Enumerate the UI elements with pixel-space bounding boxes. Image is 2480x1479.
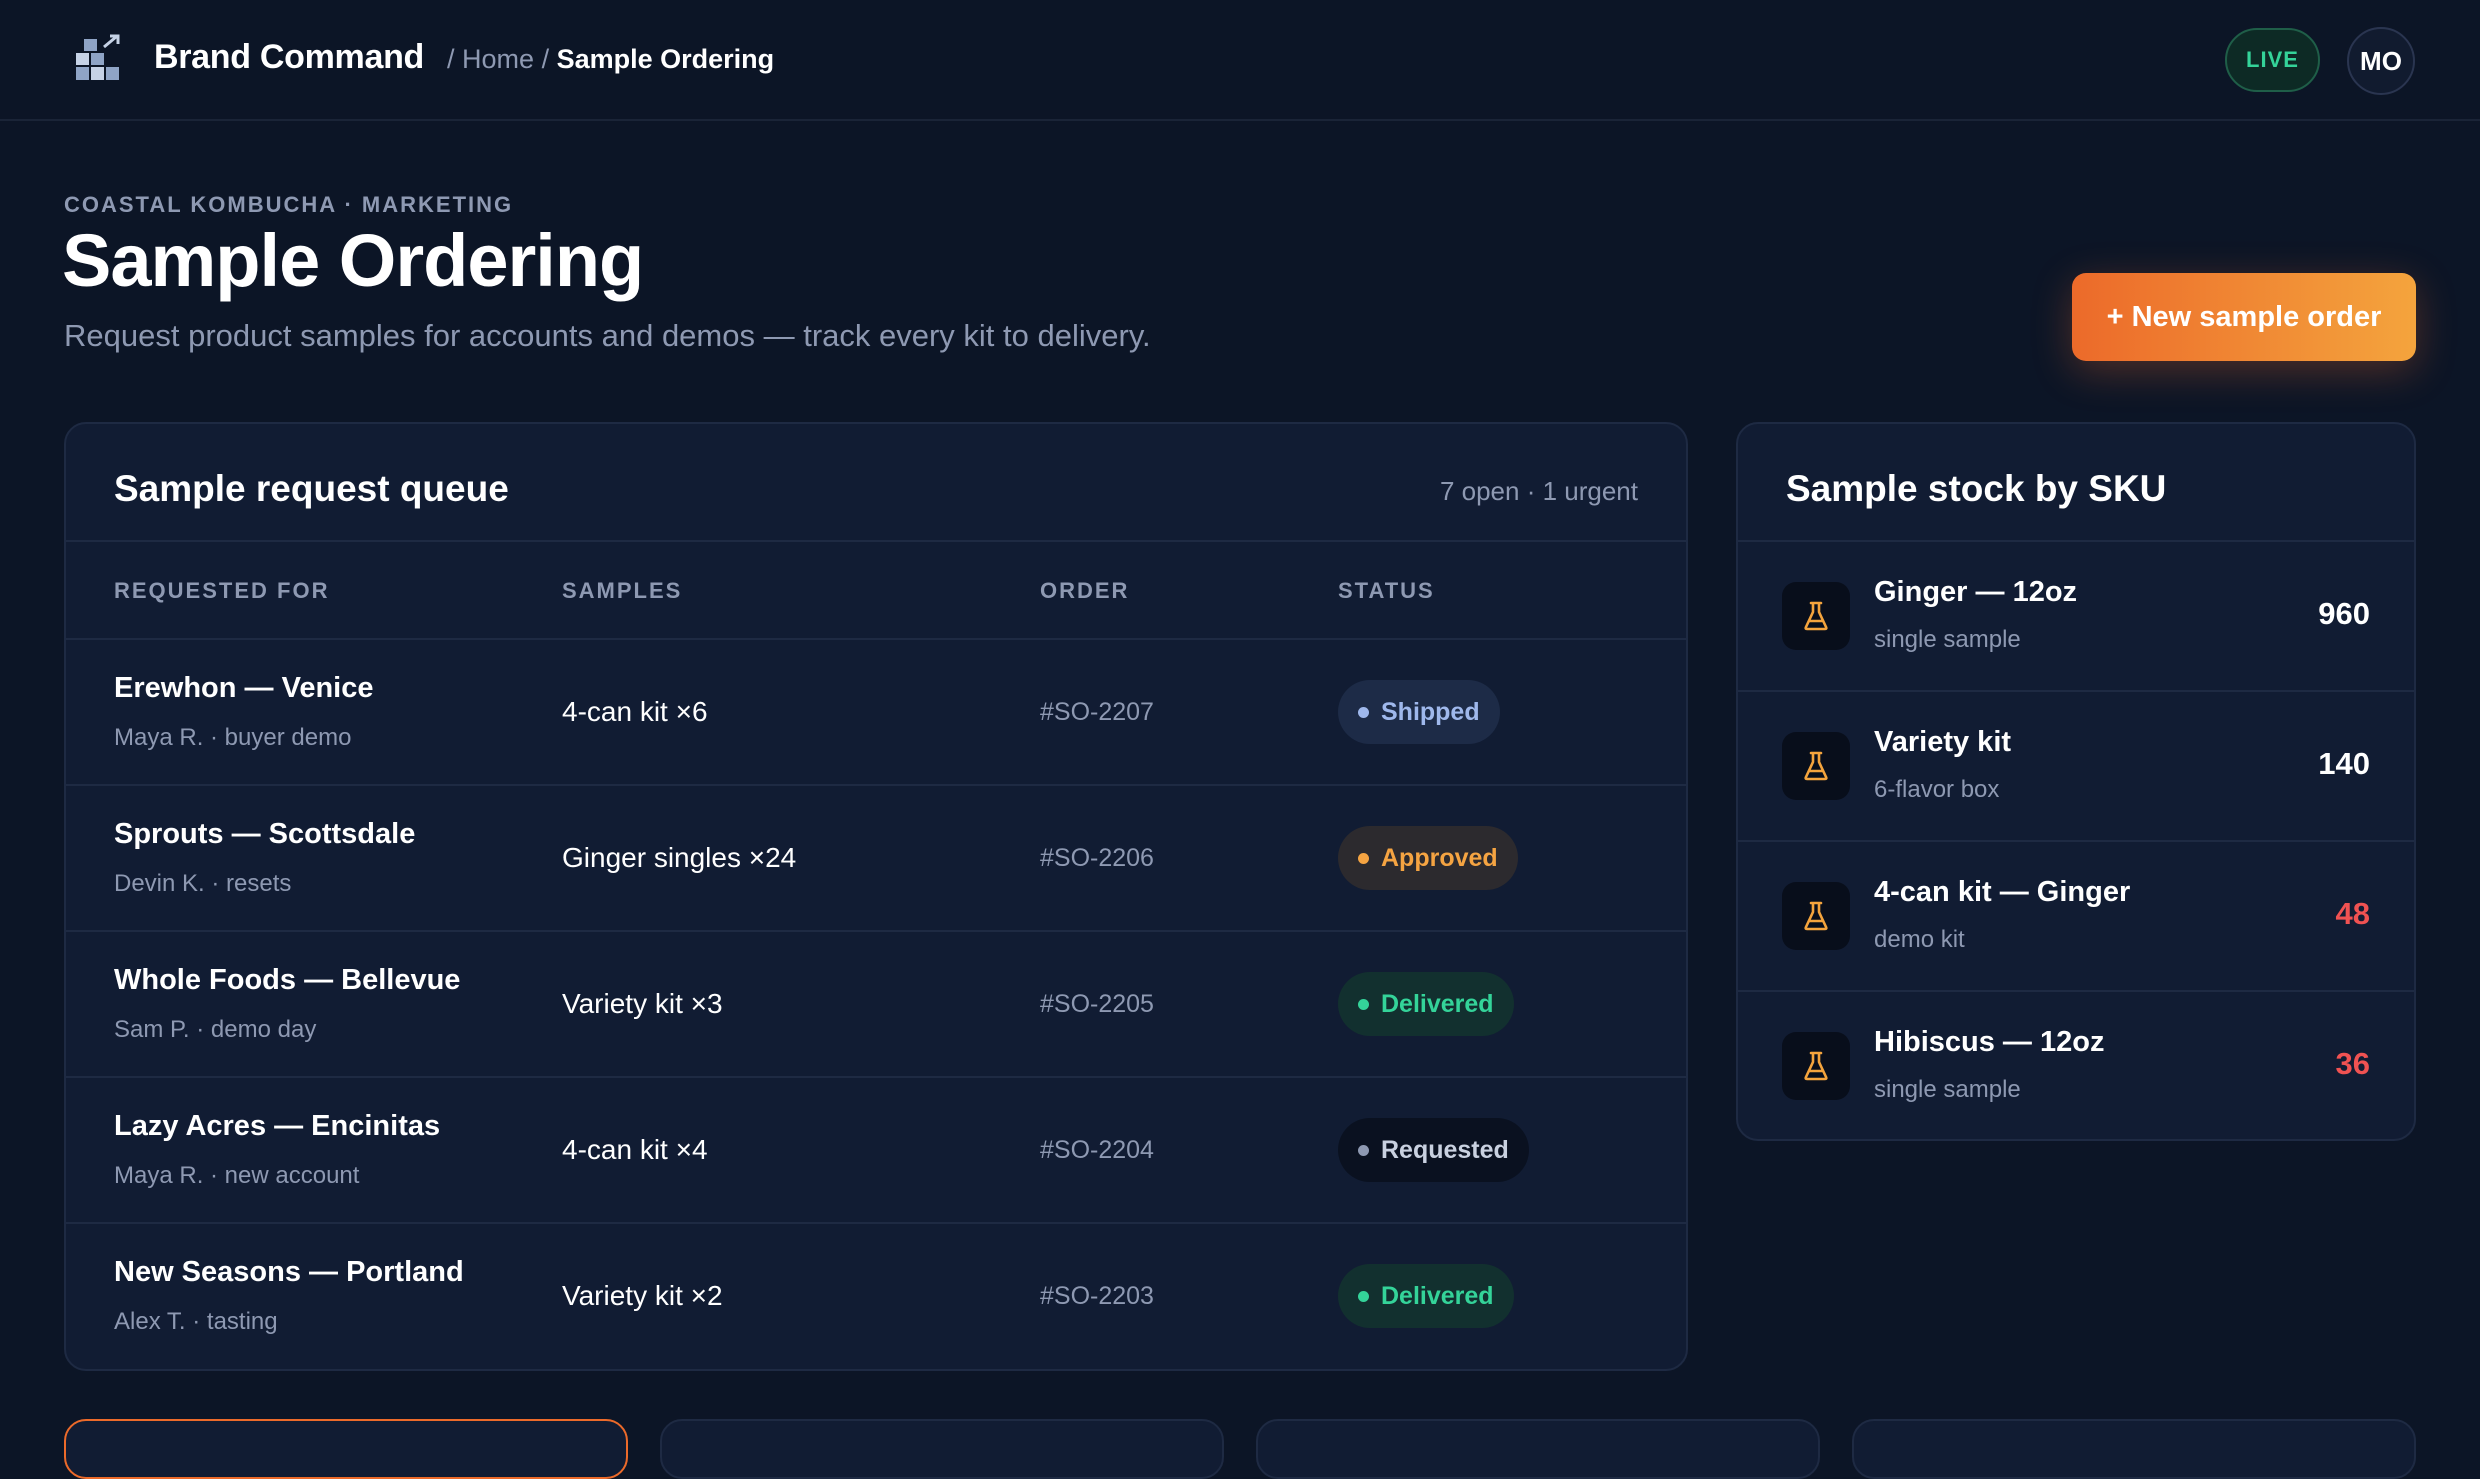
status-dot-icon — [1358, 998, 1369, 1010]
sku-detail: single sample — [1874, 1076, 2021, 1103]
new-sample-order-button[interactable]: + New sample order — [2072, 273, 2416, 361]
sku-detail: 6-flavor box — [1874, 776, 2000, 803]
sku-detail: demo kit — [1874, 926, 1965, 953]
sku-name: 4-can kit — Ginger — [1874, 876, 2131, 908]
sku-quantity: 960 — [2318, 596, 2370, 631]
sample-stock-panel: Sample stock by SKU Ginger — 12oz single… — [1736, 422, 2416, 1141]
status-dot-icon — [1358, 1144, 1369, 1156]
table-row[interactable]: Lazy Acres — Encinitas Maya R. · new acc… — [66, 1078, 1686, 1224]
flask-icon — [1782, 732, 1850, 800]
flask-icon — [1782, 582, 1850, 650]
sku-name: Hibiscus — 12oz — [1874, 1026, 2105, 1058]
column-header-samples: SAMPLES — [562, 578, 683, 603]
queue-panel-header: Sample request queue 7 open · 1 urgent — [66, 424, 1686, 542]
table-row[interactable]: New Seasons — Portland Alex T. · tasting… — [66, 1224, 1686, 1369]
table-row[interactable]: Sprouts — Scottsdale Devin K. · resets G… — [66, 786, 1686, 932]
live-status-badge: LIVE — [2225, 28, 2320, 92]
status-label: Requested — [1381, 1135, 1509, 1164]
table-row[interactable]: Erewhon — Venice Maya R. · buyer demo 4-… — [66, 640, 1686, 786]
column-header-requested-for: REQUESTED FOR — [114, 578, 330, 603]
sku-quantity: 140 — [2318, 746, 2370, 781]
flask-icon — [1782, 1032, 1850, 1100]
sku-quantity-low: 48 — [2335, 896, 2370, 931]
breadcrumb-separator: / — [541, 44, 550, 74]
status-badge: Approved — [1338, 826, 1518, 890]
row-samples: Variety kit ×2 — [562, 1280, 723, 1311]
status-badge: Delivered — [1338, 972, 1514, 1036]
row-samples: Variety kit ×3 — [562, 988, 723, 1019]
brand-logo-icon[interactable] — [74, 33, 122, 83]
row-order-number[interactable]: #SO-2205 — [1040, 990, 1154, 1019]
table-row[interactable]: Whole Foods — Bellevue Sam P. · demo day… — [66, 932, 1686, 1078]
row-requester-detail: Maya R. · new account — [114, 1162, 360, 1189]
status-badge: Delivered — [1338, 1264, 1514, 1328]
status-dot-icon — [1358, 706, 1369, 718]
app-name[interactable]: Brand Command — [154, 38, 424, 77]
column-header-status: STATUS — [1338, 578, 1435, 603]
list-item[interactable]: Variety kit 6-flavor box 140 — [1738, 692, 2414, 842]
status-label: Shipped — [1381, 697, 1480, 726]
row-account-name: Erewhon — Venice — [114, 672, 374, 704]
row-requester-detail: Sam P. · demo day — [114, 1016, 317, 1043]
row-order-number[interactable]: #SO-2207 — [1040, 698, 1154, 727]
queue-table-header: REQUESTED FOR SAMPLES ORDER STATUS — [66, 542, 1686, 640]
row-account-name: Sprouts — Scottsdale — [114, 818, 416, 850]
status-dot-icon — [1358, 852, 1369, 864]
row-samples: 4-can kit ×6 — [562, 696, 708, 727]
row-samples: Ginger singles ×24 — [562, 842, 797, 873]
stock-panel-title: Sample stock by SKU — [1786, 468, 2167, 509]
page-eyebrow: COASTAL KOMBUCHA · MARKETING — [64, 192, 514, 217]
breadcrumb-separator: / — [447, 44, 455, 74]
status-badge: Shipped — [1338, 680, 1500, 744]
page-subtitle: Request product samples for accounts and… — [64, 318, 1151, 353]
status-badge: Requested — [1338, 1118, 1529, 1182]
sku-name: Ginger — 12oz — [1874, 576, 2078, 608]
breadcrumb-current: Sample Ordering — [556, 44, 775, 74]
queue-panel-title: Sample request queue — [114, 468, 509, 509]
summary-card[interactable] — [64, 1419, 628, 1479]
status-label: Delivered — [1381, 989, 1494, 1018]
list-item[interactable]: 4-can kit — Ginger demo kit 48 — [1738, 842, 2414, 992]
row-account-name: Whole Foods — Bellevue — [114, 964, 461, 996]
sku-quantity-low: 36 — [2335, 1046, 2370, 1081]
status-label: Delivered — [1381, 1281, 1494, 1310]
breadcrumb: / Home / Sample Ordering — [447, 44, 774, 75]
row-requester-detail: Devin K. · resets — [114, 870, 292, 897]
queue-open-count: 7 open · 1 urgent — [1439, 476, 1638, 506]
sku-detail: single sample — [1874, 626, 2021, 653]
top-bar: Brand Command / Home / Sample Ordering L… — [0, 0, 2480, 121]
row-requester-detail: Maya R. · buyer demo — [114, 724, 352, 751]
breadcrumb-home-link[interactable]: Home — [462, 44, 534, 74]
summary-card[interactable] — [1256, 1419, 1820, 1479]
user-avatar[interactable]: MO — [2347, 27, 2415, 95]
row-order-number[interactable]: #SO-2206 — [1040, 844, 1154, 873]
status-dot-icon — [1358, 1290, 1369, 1302]
row-account-name: New Seasons — Portland — [114, 1256, 464, 1288]
status-label: Approved — [1381, 843, 1498, 872]
list-item[interactable]: Hibiscus — 12oz single sample 36 — [1738, 992, 2414, 1139]
stock-panel-header: Sample stock by SKU — [1738, 424, 2414, 542]
row-samples: 4-can kit ×4 — [562, 1134, 708, 1165]
column-header-order: ORDER — [1040, 578, 1130, 603]
row-requester-detail: Alex T. · tasting — [114, 1308, 278, 1335]
list-item[interactable]: Ginger — 12oz single sample 960 — [1738, 542, 2414, 692]
summary-card[interactable] — [1852, 1419, 2416, 1479]
sample-request-queue-panel: Sample request queue 7 open · 1 urgent R… — [64, 422, 1688, 1371]
page-title: Sample Ordering — [62, 219, 644, 302]
flask-icon — [1782, 882, 1850, 950]
sku-name: Variety kit — [1874, 726, 2012, 758]
row-order-number[interactable]: #SO-2204 — [1040, 1136, 1154, 1165]
summary-card[interactable] — [660, 1419, 1224, 1479]
row-order-number[interactable]: #SO-2203 — [1040, 1282, 1154, 1311]
row-account-name: Lazy Acres — Encinitas — [114, 1110, 441, 1142]
